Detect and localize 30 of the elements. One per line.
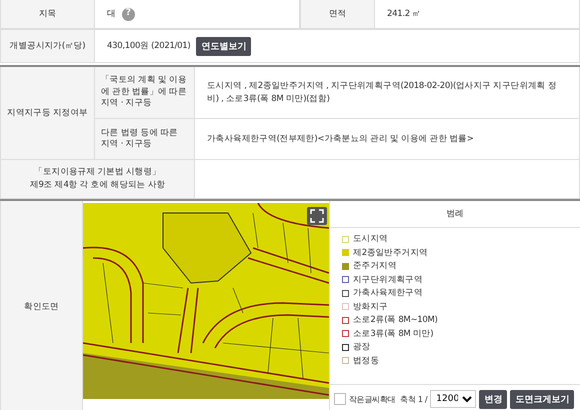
enlarge-label: 작은글씨확대 xyxy=(349,394,396,404)
legend-item: 도시지역 xyxy=(353,233,388,245)
legend-item: 제2종일반주거지역 xyxy=(353,246,428,258)
legend-item: 방화지구 xyxy=(353,300,388,312)
scale-label: 축척 1 / xyxy=(400,394,428,404)
legend-item: 법정동 xyxy=(353,354,380,366)
scale-select[interactable]: 1200 xyxy=(430,390,476,408)
legend-item: 지구단위계획구역 xyxy=(353,274,423,286)
price-value: 430,100원 (2021/01) xyxy=(107,40,190,52)
category-value: 대 xyxy=(107,8,116,20)
zoning-law-label: 「국토의 계획 및 이용에 관한 법률」에 따른 지역 · 지구등 xyxy=(101,75,188,110)
legend-item: 소로3류(폭 8M 미만) xyxy=(353,328,434,340)
large-view-button[interactable]: 도면크게보기 xyxy=(510,390,574,408)
legend-item: 준주거지역 xyxy=(353,260,397,272)
price-label: 개별공시지가(㎡당) xyxy=(0,30,95,62)
yearly-view-button[interactable]: 연도별보기 xyxy=(196,36,252,56)
area-label: 면적 xyxy=(300,0,375,28)
zoning-value: 가축사육제한구역(전부제한)<가축분뇨의 관리 및 이용에 관한 법률> xyxy=(207,132,474,146)
area-value: 241.2 ㎡ xyxy=(387,8,421,20)
map-label: 확인도면 xyxy=(0,201,83,410)
zoning-value: 도시지역 , 제2종일반주거지역 , 지구단위계획구역(2018-02-20)(업사지구 지구단위계획 정비) , 소로3류(폭 8M 미만)(접함) xyxy=(207,80,558,106)
regulation-label: 「토지이용규제 기본법 시행령」 제9조 제4항 각 호에 해당되는 사항 xyxy=(0,160,195,198)
legend-item: 광장 xyxy=(353,341,370,353)
zoning-label: 지역지구등 지정여부 xyxy=(0,67,95,159)
legend-item: 가축사육제한구역 xyxy=(353,287,423,299)
legend-title: 범례 xyxy=(330,201,580,228)
legend-item: 소로2류(폭 8M~10M) xyxy=(353,314,438,326)
change-button[interactable]: 변경 xyxy=(479,390,508,408)
zoning-law-label: 다른 법령 등에 따른 지역 · 지구등 xyxy=(101,128,179,150)
category-label: 지목 xyxy=(0,0,95,28)
